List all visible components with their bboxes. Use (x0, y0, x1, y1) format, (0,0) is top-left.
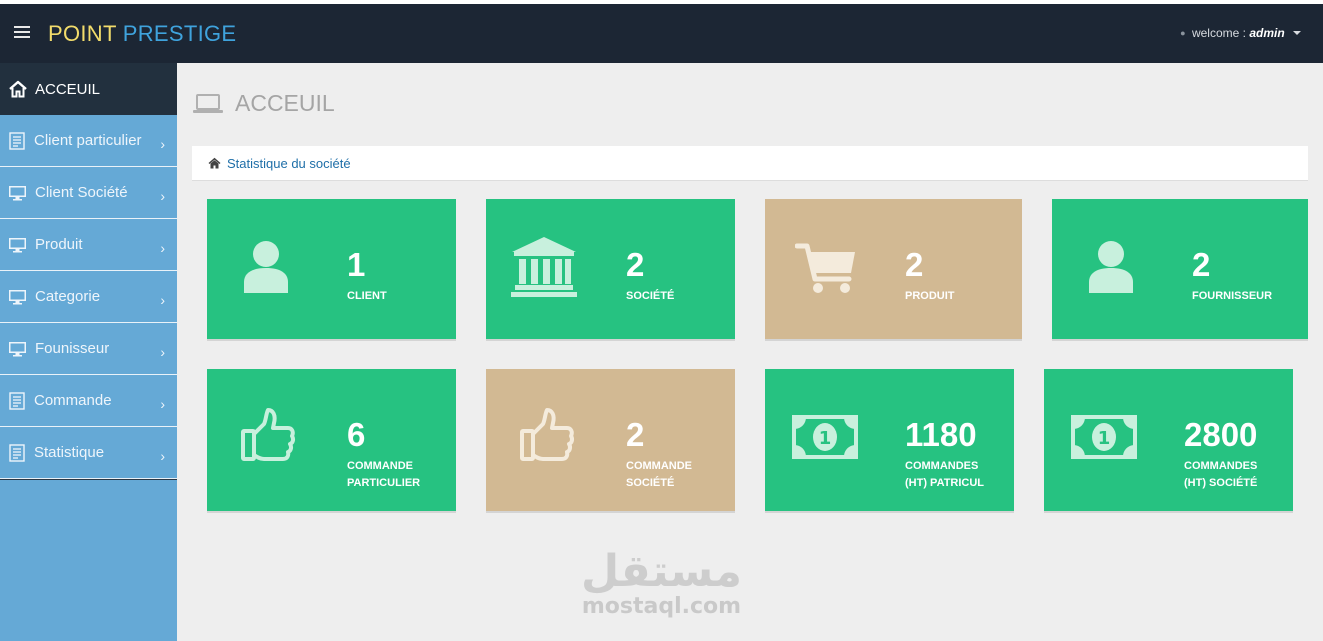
stat-card-societe[interactable]: 2 SOCIÉTÉ (486, 199, 735, 339)
user-icon (244, 241, 288, 293)
stat-card-commandes-ht-societe[interactable]: 1 2800 COMMANDES (HT) SOCIÉTÉ (1044, 369, 1293, 511)
sidebar: ACCEUIL Client particulier › Client Soci… (0, 63, 177, 641)
sidebar-item-client-societe[interactable]: Client Société › (0, 167, 177, 219)
document-icon (9, 443, 25, 462)
stat-value: 6 (347, 416, 366, 453)
home-icon (9, 80, 27, 98)
stat-value: 2 (1192, 246, 1211, 283)
sidebar-item-commande[interactable]: Commande › (0, 375, 177, 427)
stat-value: 2 (626, 246, 645, 283)
username: admin (1249, 26, 1285, 40)
svg-text:1: 1 (819, 428, 832, 449)
stat-label: FOURNISSEUR (1192, 290, 1273, 302)
money-icon: 1 (792, 415, 858, 459)
stat-label: COMMANDE PARTICULIER (347, 460, 421, 489)
stat-card-fournisseur[interactable]: 2 FOURNISSEUR (1052, 199, 1308, 339)
chevron-right-icon: › (160, 396, 165, 412)
watermark-latin: mostaql.com (581, 594, 742, 619)
breadcrumb: Statistique du société (192, 146, 1308, 181)
bank-icon (511, 237, 577, 297)
document-icon (9, 131, 25, 150)
document-icon (9, 391, 25, 410)
watermark: مستقل mostaql.com (579, 548, 744, 618)
breadcrumb-link[interactable]: Statistique du société (227, 156, 351, 171)
stat-value: 2800 (1184, 416, 1258, 453)
monitor-icon (9, 237, 26, 252)
brand-part-2: PRESTIGE (122, 21, 237, 46)
sidebar-item-client-particulier[interactable]: Client particulier › (0, 115, 177, 167)
stat-label: COMMANDE SOCIÉTÉ (626, 460, 692, 489)
sidebar-item-label: Statistique (34, 444, 105, 461)
chevron-right-icon: › (160, 448, 165, 464)
stat-card-commande-particulier[interactable]: 6 COMMANDE PARTICULIER (207, 369, 456, 511)
thumbs-up-icon (241, 408, 296, 461)
chevron-right-icon: › (160, 136, 165, 152)
user-menu[interactable]: ● welcome : admin (1180, 26, 1301, 40)
sidebar-divider (0, 479, 177, 480)
sidebar-item-label: Founisseur (35, 340, 110, 357)
sidebar-item-label: ACCEUIL (35, 80, 101, 98)
sidebar-item-statistique[interactable]: Statistique › (0, 427, 177, 479)
user-icon (1089, 241, 1133, 293)
page-title: ACCEUIL (193, 90, 335, 117)
brand-part-1: POINT (48, 21, 117, 46)
top-navbar: POINT PRESTIGE ● welcome : admin (0, 4, 1323, 63)
sidebar-item-label: Commande (34, 392, 112, 409)
cart-icon (795, 243, 855, 293)
sidebar-item-produit[interactable]: Produit › (0, 219, 177, 271)
home-icon (208, 157, 221, 169)
chevron-right-icon: › (160, 188, 165, 204)
watermark-arabic: مستقل (581, 546, 742, 597)
stat-value: 2 (626, 416, 645, 453)
brand-logo[interactable]: POINT PRESTIGE (48, 21, 236, 47)
page-title-text: ACCEUIL (235, 90, 335, 116)
monitor-icon (9, 185, 26, 200)
monitor-icon (9, 341, 26, 356)
sidebar-item-label: Client Société (35, 184, 128, 201)
thumbs-up-icon (520, 408, 575, 461)
money-icon: 1 (1071, 415, 1137, 459)
stat-card-commande-societe[interactable]: 2 COMMANDE SOCIÉTÉ (486, 369, 735, 511)
chevron-right-icon: › (160, 240, 165, 256)
status-dot-icon: ● (1180, 28, 1186, 38)
stat-value: 1180 (905, 416, 977, 453)
stat-label: COMMANDES (HT) SOCIÉTÉ (1184, 460, 1258, 489)
stat-card-commandes-ht-particulier[interactable]: 1 1180 COMMANDES (HT) PATRICUL (765, 369, 1014, 511)
laptop-icon (193, 93, 223, 113)
sidebar-item-categorie[interactable]: Categorie › (0, 271, 177, 323)
sidebar-item-founisseur[interactable]: Founisseur › (0, 323, 177, 375)
stat-card-client[interactable]: 1 CLIENT (207, 199, 456, 339)
chevron-right-icon: › (160, 292, 165, 308)
stat-value: 1 (347, 246, 366, 283)
svg-text:1: 1 (1098, 428, 1111, 449)
welcome-label: welcome : (1191, 26, 1246, 40)
stat-card-produit[interactable]: 2 PRODUIT (765, 199, 1022, 339)
stat-label: CLIENT (347, 290, 387, 302)
sidebar-item-label: Categorie (35, 288, 101, 305)
chevron-right-icon: › (160, 344, 165, 360)
sidebar-item-acceuil[interactable]: ACCEUIL (0, 63, 177, 115)
stat-label: PRODUIT (905, 290, 955, 302)
caret-down-icon (1293, 31, 1301, 35)
sidebar-item-label: Produit (35, 236, 83, 253)
monitor-icon (9, 289, 26, 304)
sidebar-item-label: Client particulier (34, 132, 142, 149)
hamburger-menu-icon[interactable] (14, 26, 30, 40)
stat-label: SOCIÉTÉ (626, 290, 675, 302)
stat-label: COMMANDES (HT) PATRICUL (905, 460, 985, 489)
stat-value: 2 (905, 246, 924, 283)
